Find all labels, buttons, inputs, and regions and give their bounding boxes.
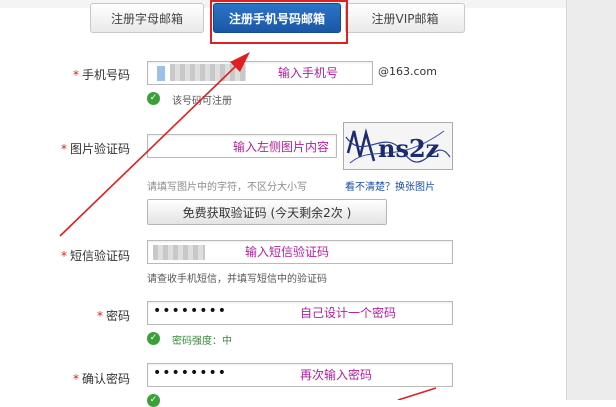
annotation-arrow-line-bottom — [397, 387, 437, 400]
annotation-arrow-line — [59, 63, 239, 237]
annotation-arrows — [59, 52, 437, 400]
